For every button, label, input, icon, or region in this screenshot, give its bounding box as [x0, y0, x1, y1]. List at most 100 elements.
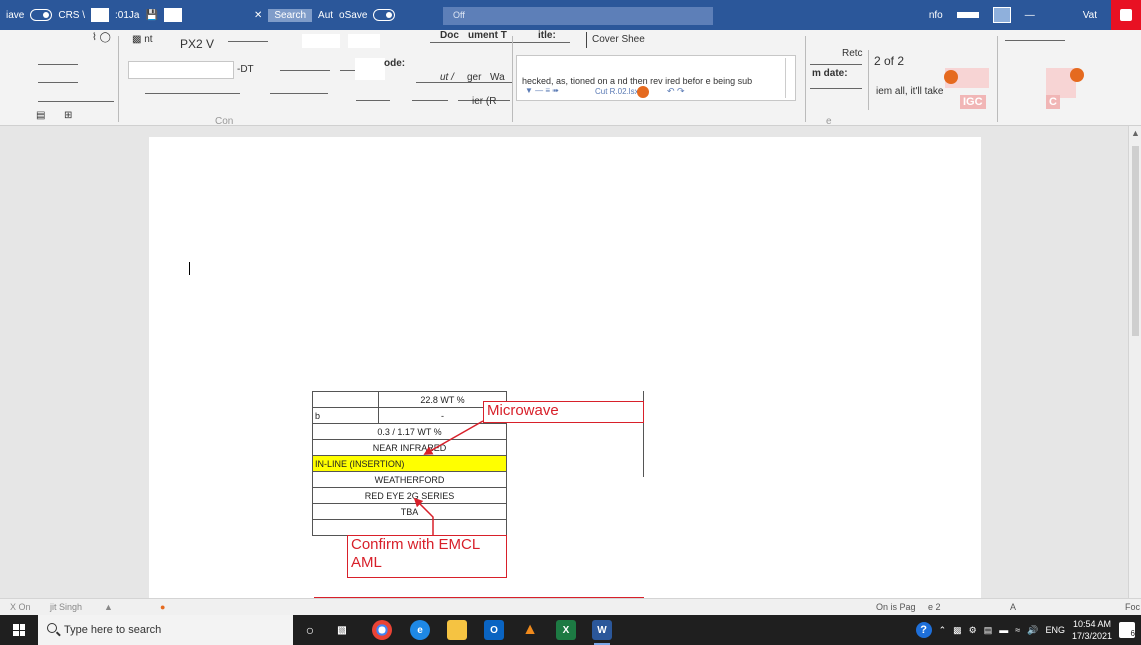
network-icon[interactable]: ▩ — [953, 625, 962, 636]
font-color-icon[interactable]: A — [1010, 602, 1016, 612]
notification-icon[interactable]: 6 — [1119, 622, 1135, 638]
start-button[interactable] — [0, 615, 38, 645]
title-bar: iave CRS \ :01Ja 💾 ✕ Search Aut oSave Of… — [0, 0, 1141, 30]
ribbon-line — [38, 101, 114, 102]
grid-icon[interactable]: ▤ — [36, 110, 45, 121]
save-icon[interactable]: 💾 — [146, 10, 158, 21]
minimize-icon[interactable]: — — [1025, 10, 1035, 21]
undo-icon[interactable]: ↶ ↷ — [667, 86, 685, 97]
ribbon-line — [416, 82, 512, 83]
tag-title: itle: — [538, 30, 556, 41]
undo-redo-icons[interactable]: ▼ — ≡ ➠ — [525, 86, 559, 95]
page-info-label: On is Pag — [876, 602, 916, 612]
ribbon: ▤ ⊞ ⌇ ◯ ▩ nt PX2 V -DT ode: Doc ument T … — [0, 30, 1141, 127]
display-icon[interactable]: ▤ — [984, 625, 993, 636]
close-icon — [1120, 9, 1132, 21]
ribbon-line — [38, 64, 78, 65]
ribbon-line — [280, 70, 330, 71]
ribbon-line — [270, 93, 328, 94]
volume-icon[interactable]: 🔊 — [1027, 625, 1038, 636]
page-num-label: e 2 — [928, 602, 941, 612]
file-name-prefix: CRS \ — [58, 9, 86, 21]
redacted-block — [91, 8, 110, 22]
orange-marker-icon: ● — [160, 602, 166, 612]
battery-icon[interactable]: ▬ — [999, 625, 1008, 635]
search-after-text: Aut — [318, 9, 334, 21]
field-input[interactable] — [128, 61, 234, 79]
vertical-scrollbar[interactable]: ▲ — [1128, 126, 1141, 598]
system-tray: ? ⌃ ▩ ⚙ ▤ ▬ ≈ 🔊 ENG 10:54 AM 17/3/2021 6 — [915, 615, 1141, 645]
ribbon-line — [430, 42, 570, 43]
word-icon[interactable]: W — [592, 620, 612, 645]
arrow-microwave — [423, 420, 484, 455]
arrow-confirm — [413, 497, 434, 535]
comment-field[interactable]: hecked, as, tioned on a nd then rev ired… — [516, 55, 796, 101]
autosave2-label: oSave — [339, 9, 368, 21]
close-x-icon[interactable]: ✕ — [254, 10, 262, 21]
taskbar-search[interactable]: Type here to search — [38, 615, 293, 645]
font-color-icon[interactable]: ▩ nt — [132, 34, 153, 45]
cover-sheet-label: Cover Shee — [592, 34, 645, 45]
document-page[interactable]: 22.8 WT % b - 0.3 / 1.17 WT % NEAR INFRA… — [149, 137, 981, 598]
code-label: ode: — [384, 58, 406, 69]
clock[interactable]: 10:54 AM 17/3/2021 — [1072, 618, 1112, 642]
ribbon-divider — [118, 36, 119, 122]
callout-arrows — [413, 420, 484, 535]
tag-ument: ument T — [468, 30, 507, 41]
ribbon-divider — [512, 36, 513, 122]
windows-logo-icon — [13, 624, 25, 636]
page-of-label: 2 of 2 — [874, 54, 905, 68]
redacted-field — [355, 58, 385, 80]
font-name[interactable]: PX2 V — [180, 37, 214, 51]
orange-marker-icon — [1070, 68, 1084, 82]
comment-scroll[interactable] — [785, 58, 793, 98]
ribbon-line — [38, 82, 78, 83]
titlebar-right: nfo — Vat — [929, 0, 1141, 30]
search-icon — [47, 623, 57, 633]
ribbon-line — [810, 88, 862, 89]
autosave-toggle[interactable] — [30, 9, 53, 21]
redacted-field — [348, 34, 380, 48]
excel-icon[interactable]: X — [556, 620, 576, 640]
tag-c: C — [1046, 95, 1060, 109]
author-label: jit Singh — [50, 602, 83, 612]
date-label: 17/3/2021 — [1071, 631, 1112, 641]
profile-thumbnail-icon[interactable] — [992, 7, 1011, 23]
chrome-icon[interactable] — [372, 620, 392, 640]
chevron-up-icon[interactable]: ▲ — [104, 602, 113, 612]
vlc-icon[interactable]: ▲ — [520, 620, 540, 640]
focus-label: Foc — [1125, 602, 1141, 612]
outlook-icon[interactable]: O — [484, 620, 504, 640]
search-box[interactable]: Search — [268, 8, 313, 22]
cortana-icon[interactable]: ○ — [300, 620, 320, 640]
user-name-label: Vat — [1082, 9, 1097, 21]
tag-doc: Doc — [440, 30, 459, 41]
ret-label: Retc — [842, 48, 863, 59]
ier-label: ier (R — [472, 96, 497, 107]
close-window-button[interactable] — [1111, 0, 1141, 30]
autosave2-toggle[interactable] — [373, 9, 396, 21]
windows-taskbar: Type here to search ○ ▧ e O ▲ X W ? ⌃ ▩ … — [0, 615, 1141, 645]
chevron-up-icon[interactable]: ⌃ — [939, 625, 947, 636]
ribbon-line — [810, 64, 862, 65]
edge-icon[interactable]: e — [410, 620, 430, 640]
language-label[interactable]: ENG — [1045, 625, 1065, 635]
scroll-thumb[interactable] — [1132, 146, 1139, 336]
wifi-icon[interactable]: ≈ — [1015, 625, 1020, 635]
shape-icon[interactable]: ⌇ ◯ — [92, 32, 111, 43]
cut-file-label: Cut R.02.lsx — [595, 87, 639, 96]
orange-marker-icon — [637, 86, 649, 98]
redacted-block-2 — [163, 8, 182, 22]
field-dt-label: -DT — [237, 64, 254, 75]
orange-marker-icon — [944, 70, 958, 84]
table-icon[interactable]: ⊞ — [64, 110, 72, 121]
ribbon-line — [356, 100, 390, 101]
help-icon[interactable]: ? — [915, 622, 932, 638]
scroll-up-icon[interactable]: ▲ — [1131, 128, 1140, 138]
task-view-icon[interactable]: ▧ — [332, 620, 352, 640]
ribbon-divider — [805, 36, 806, 122]
defender-icon[interactable]: ⚙ — [969, 625, 977, 636]
document-title-box: Off — [443, 7, 713, 25]
ribbon-line — [1005, 40, 1065, 41]
file-explorer-icon[interactable] — [447, 620, 467, 640]
